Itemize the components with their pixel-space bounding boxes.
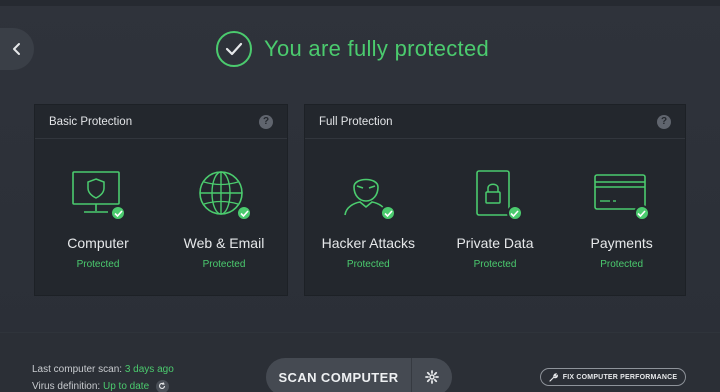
- item-name: Computer: [67, 235, 129, 251]
- check-badge-icon: [506, 205, 523, 221]
- help-icon[interactable]: ?: [657, 114, 671, 129]
- fix-performance-button[interactable]: FIX COMPUTER PERFORMANCE: [540, 368, 686, 386]
- protection-item-private-data[interactable]: Private Data Protected: [440, 169, 550, 270]
- item-name: Web & Email: [183, 235, 265, 251]
- status-title: You are fully protected: [264, 36, 490, 61]
- protection-item-hacker-attacks[interactable]: Hacker Attacks Protected: [313, 169, 423, 270]
- check-badge-icon: [380, 205, 397, 221]
- protection-item-computer[interactable]: Computer Protected: [43, 169, 153, 270]
- item-status: Protected: [600, 259, 644, 270]
- full-protection-panel: Full Protection ? Hacker Attacks Protect…: [304, 104, 686, 296]
- virus-definition-label: Virus definition:: [32, 381, 101, 392]
- protection-item-web-email[interactable]: Web & Email Protected: [169, 169, 279, 270]
- virus-definition-row: Virus definition: Up to date: [32, 378, 174, 392]
- last-scan-label: Last computer scan:: [32, 364, 123, 375]
- item-status: Protected: [76, 259, 120, 270]
- protection-status: You are fully protected: [216, 30, 489, 68]
- chevron-left-icon: [13, 43, 20, 55]
- gear-icon: [425, 370, 439, 384]
- back-button[interactable]: [0, 28, 34, 70]
- panel-title: Basic Protection: [49, 115, 133, 128]
- virus-definition-value: Up to date: [102, 381, 150, 392]
- main-area: You are fully protected Basic Protection…: [0, 0, 720, 332]
- wrench-icon: [549, 372, 558, 382]
- panel-header: Basic Protection ?: [35, 105, 287, 139]
- scan-info: Last computer scan: 3 days ago Virus def…: [32, 361, 174, 392]
- scan-settings-button[interactable]: [412, 358, 452, 392]
- panel-header: Full Protection ?: [305, 105, 685, 139]
- item-name: Private Data: [456, 235, 534, 251]
- protection-item-payments[interactable]: Payments Protected: [567, 169, 677, 270]
- check-circle-icon: [216, 31, 252, 67]
- help-icon[interactable]: ?: [259, 114, 273, 129]
- panel-title: Full Protection: [319, 115, 393, 128]
- scan-computer-button[interactable]: SCAN COMPUTER: [266, 358, 411, 392]
- item-status: Protected: [346, 259, 390, 270]
- last-scan-value[interactable]: 3 days ago: [125, 364, 174, 375]
- item-name: Payments: [590, 235, 653, 251]
- item-name: Hacker Attacks: [321, 235, 416, 251]
- refresh-icon[interactable]: [155, 379, 169, 392]
- basic-protection-panel: Basic Protection ? Computer Protected We…: [34, 104, 288, 296]
- check-badge-icon: [633, 205, 650, 221]
- check-badge-icon: [110, 205, 126, 221]
- top-strip: [0, 0, 720, 6]
- last-scan-row: Last computer scan: 3 days ago: [32, 361, 174, 378]
- check-badge-icon: [236, 205, 252, 221]
- item-status: Protected: [202, 259, 246, 270]
- item-status: Protected: [473, 259, 517, 270]
- scan-computer-button-group: SCAN COMPUTER: [266, 358, 452, 392]
- fix-performance-label: FIX COMPUTER PERFORMANCE: [562, 373, 678, 381]
